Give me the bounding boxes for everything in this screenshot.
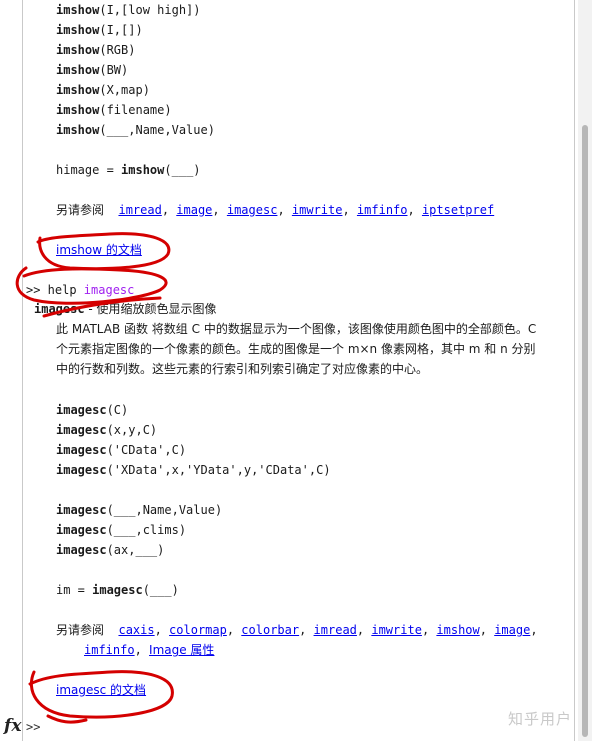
annotation-circle-imagesc-doc bbox=[28, 670, 174, 719]
annotation-layer bbox=[15, 232, 174, 724]
annotation-circle-imshow-doc bbox=[36, 232, 171, 271]
